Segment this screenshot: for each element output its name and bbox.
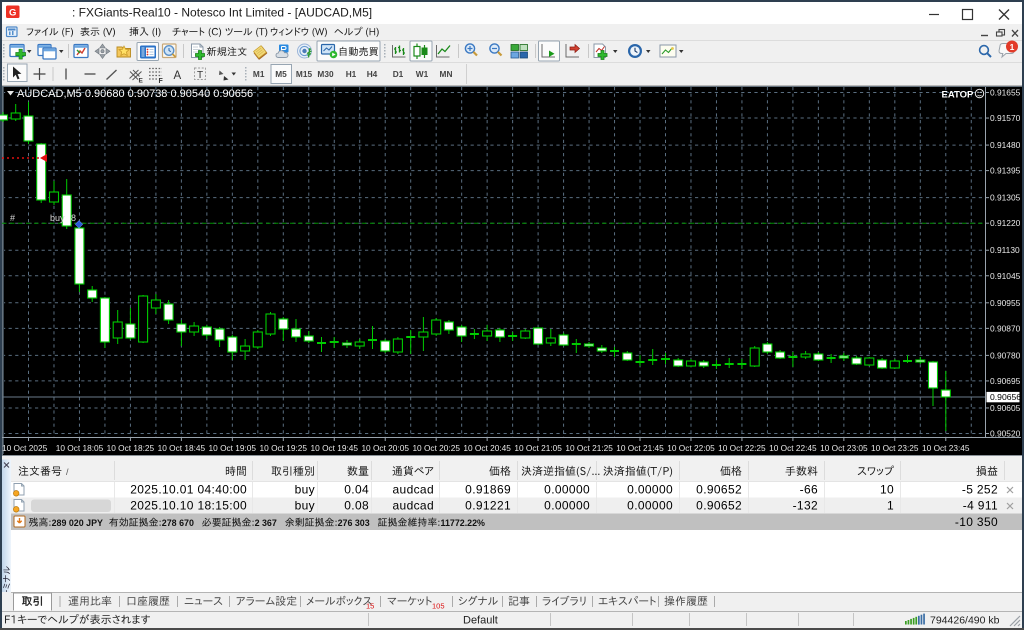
svg-text:278 670: 278 670 — [162, 518, 194, 528]
svg-text:: FXGiants-Real10 - Notesco In: : FXGiants-Real10 - Notesco Int Limited … — [72, 6, 372, 20]
svg-text:1: 1 — [1010, 42, 1015, 52]
svg-text:-4 911: -4 911 — [963, 499, 998, 513]
svg-text:10 Oct 20:05: 10 Oct 20:05 — [361, 443, 409, 453]
svg-text:M30: M30 — [317, 69, 334, 79]
svg-text:10 Oct 20:45: 10 Oct 20:45 — [463, 443, 511, 453]
svg-text:G: G — [9, 7, 16, 18]
svg-text:0.91305: 0.91305 — [990, 193, 1021, 203]
svg-text:10 Oct 18:25: 10 Oct 18:25 — [107, 443, 155, 453]
svg-text:0.00000: 0.00000 — [627, 483, 673, 497]
svg-text:8: 8 — [71, 213, 76, 223]
svg-text:2025.10.01 04:40:00: 2025.10.01 04:40:00 — [130, 483, 247, 497]
svg-text:10 Oct 18:05: 10 Oct 18:05 — [56, 443, 104, 453]
svg-text:289 020 JPY: 289 020 JPY — [52, 518, 103, 528]
svg-text:794426/490 kb: 794426/490 kb — [930, 615, 1000, 627]
svg-text:D1: D1 — [393, 69, 404, 79]
svg-text:audcad: audcad — [393, 499, 434, 513]
svg-text:10 Oct 19:25: 10 Oct 19:25 — [260, 443, 308, 453]
svg-text:10 Oct 23:45: 10 Oct 23:45 — [922, 443, 970, 453]
svg-text:0.91221: 0.91221 — [465, 499, 511, 513]
svg-text:0.00000: 0.00000 — [544, 499, 590, 513]
svg-text:0.91220: 0.91220 — [990, 218, 1021, 228]
svg-text:AUDCAD,M5 0.90680 0.90738 0.9: AUDCAD,M5 0.90680 0.90738 0.90540 0.9065… — [17, 88, 253, 100]
svg-text:0.00000: 0.00000 — [544, 483, 590, 497]
svg-text:0.90605: 0.90605 — [990, 403, 1021, 413]
svg-text:MN: MN — [440, 69, 453, 79]
svg-text:A: A — [174, 70, 182, 82]
svg-text:0.90520: 0.90520 — [990, 429, 1021, 439]
svg-text:2 367: 2 367 — [255, 518, 277, 528]
svg-text:10 Oct 19:45: 10 Oct 19:45 — [311, 443, 359, 453]
svg-text:105: 105 — [432, 602, 445, 611]
svg-text:276 303: 276 303 — [338, 518, 370, 528]
svg-text:0.91480: 0.91480 — [990, 140, 1021, 150]
svg-text:0.90652: 0.90652 — [696, 483, 742, 497]
svg-text:M5: M5 — [275, 69, 287, 79]
svg-text:Default: Default — [463, 615, 498, 627]
svg-text:10 Oct 22:45: 10 Oct 22:45 — [769, 443, 817, 453]
svg-text:-66: -66 — [800, 483, 818, 497]
svg-text:10 Oct 22:25: 10 Oct 22:25 — [718, 443, 766, 453]
svg-text:0.90870: 0.90870 — [990, 323, 1021, 333]
svg-text:10 Oct 23:25: 10 Oct 23:25 — [871, 443, 919, 453]
svg-text:buy: buy — [295, 499, 315, 513]
svg-text:15: 15 — [366, 602, 374, 611]
svg-text:11772.22%: 11772.22% — [441, 518, 486, 528]
svg-text:H4: H4 — [367, 69, 378, 79]
svg-text:0.90652: 0.90652 — [696, 499, 742, 513]
svg-text:10 Oct 19:05: 10 Oct 19:05 — [209, 443, 257, 453]
svg-text:-132: -132 — [793, 499, 818, 513]
svg-text:0.04: 0.04 — [344, 483, 369, 497]
svg-text:1: 1 — [887, 499, 894, 513]
svg-text:0.90780: 0.90780 — [990, 350, 1021, 360]
svg-text:0.90695: 0.90695 — [990, 376, 1021, 386]
svg-text:-5 252: -5 252 — [962, 483, 998, 497]
svg-text:10 Oct 2025: 10 Oct 2025 — [2, 443, 48, 453]
svg-text:M15: M15 — [296, 69, 313, 79]
svg-text:0.91045: 0.91045 — [990, 271, 1021, 281]
svg-text:0.91570: 0.91570 — [990, 113, 1021, 123]
svg-text:-10 350: -10 350 — [955, 515, 998, 529]
svg-text:EATOP: EATOP — [942, 90, 975, 101]
svg-text:0.08: 0.08 — [344, 499, 369, 513]
svg-text:E: E — [139, 78, 144, 85]
svg-text:0.91395: 0.91395 — [990, 166, 1021, 176]
svg-text:audcad: audcad — [393, 483, 434, 497]
svg-text:F: F — [159, 78, 164, 85]
svg-text:0.00000: 0.00000 — [627, 499, 673, 513]
svg-text:10 Oct 22:05: 10 Oct 22:05 — [667, 443, 715, 453]
svg-text:W1: W1 — [416, 69, 429, 79]
svg-text:#: # — [10, 213, 15, 223]
svg-text:H1: H1 — [346, 69, 357, 79]
svg-text:10 Oct 21:25: 10 Oct 21:25 — [565, 443, 613, 453]
svg-text:0.91655: 0.91655 — [990, 88, 1021, 98]
svg-text:10 Oct 18:45: 10 Oct 18:45 — [158, 443, 206, 453]
svg-text:10 Oct 23:05: 10 Oct 23:05 — [820, 443, 868, 453]
svg-text:0.91130: 0.91130 — [990, 245, 1020, 255]
svg-text:10 Oct 21:45: 10 Oct 21:45 — [616, 443, 664, 453]
svg-text:2025.10.10 18:15:00: 2025.10.10 18:15:00 — [130, 499, 247, 513]
svg-text:buy: buy — [295, 483, 315, 497]
svg-text:10 Oct 21:05: 10 Oct 21:05 — [514, 443, 562, 453]
svg-text:10 Oct 20:25: 10 Oct 20:25 — [412, 443, 460, 453]
svg-text:0.90955: 0.90955 — [990, 298, 1021, 308]
svg-text:buy: buy — [50, 213, 65, 223]
svg-text:T: T — [197, 70, 203, 81]
svg-text:0.91869: 0.91869 — [465, 483, 511, 497]
svg-text:10: 10 — [880, 483, 894, 497]
svg-text:M1: M1 — [253, 69, 265, 79]
svg-text:0.90656: 0.90656 — [990, 392, 1021, 402]
